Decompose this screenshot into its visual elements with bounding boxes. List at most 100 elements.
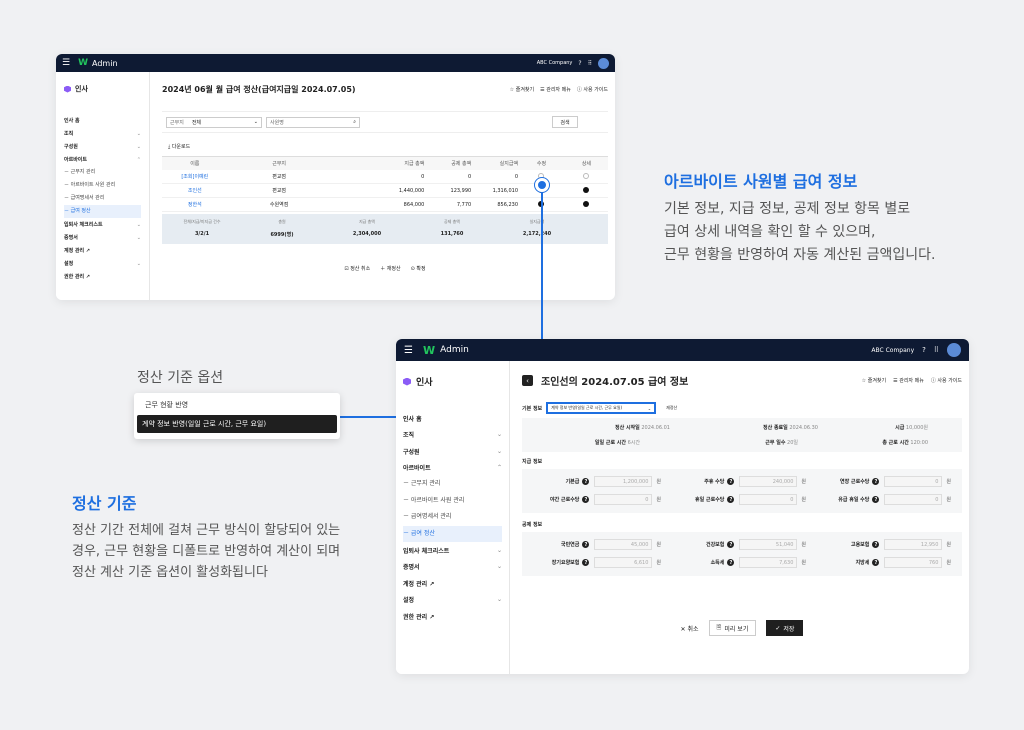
sidebar-item[interactable]: 입퇴사 체크리스트 ⌄ bbox=[403, 542, 502, 559]
sidebar-item[interactable]: 계정 관리 ↗ bbox=[64, 244, 141, 257]
amount-input[interactable]: 0 bbox=[884, 476, 943, 487]
sidebar-item[interactable]: 조직 ⌄ bbox=[403, 427, 502, 444]
table-cell[interactable]: 정한석 bbox=[162, 201, 228, 208]
help-icon[interactable]: ? bbox=[582, 496, 590, 503]
help-icon[interactable]: ? bbox=[872, 541, 880, 548]
confirm-button[interactable]: ⊙ 확정 bbox=[411, 265, 426, 272]
menu-icon[interactable]: ☰ bbox=[404, 345, 413, 356]
detail-icon[interactable] bbox=[565, 172, 608, 181]
detail-icon[interactable] bbox=[565, 200, 608, 209]
field-label: 연장 근로수당 bbox=[840, 479, 870, 485]
sidebar-subitem[interactable]: － 급여명세서 관리 bbox=[403, 509, 502, 526]
company-name[interactable]: ABC Company bbox=[537, 60, 573, 66]
help-icon[interactable]: ? bbox=[582, 478, 590, 485]
apps-icon[interactable]: ⠿ bbox=[934, 346, 939, 354]
sidebar-item[interactable]: 구성원 ⌄ bbox=[403, 443, 502, 460]
sidebar-item[interactable]: 권한 관리 ↗ bbox=[64, 270, 141, 283]
sidebar-item[interactable]: 증명서 ⌄ bbox=[403, 559, 502, 576]
option-contract-info[interactable]: 계약 정보 반영(일일 근로 시간, 근무 요일) bbox=[137, 415, 337, 433]
sidebar-item[interactable]: 입퇴사 체크리스트 ⌄ bbox=[64, 218, 141, 231]
help-icon[interactable]: ? bbox=[727, 541, 735, 548]
apps-icon[interactable]: ⠿ bbox=[588, 60, 592, 67]
sidebar-item[interactable]: 인사 홈 bbox=[64, 114, 141, 127]
company-name[interactable]: ABC Company bbox=[871, 347, 914, 354]
field-label: 휴일 근로수당 bbox=[695, 497, 725, 503]
help-icon[interactable]: ? bbox=[872, 496, 880, 503]
help-icon[interactable]: ? bbox=[727, 559, 735, 566]
amount-input[interactable]: 6,610 bbox=[594, 557, 653, 568]
amount-input[interactable]: 12,950 bbox=[884, 539, 943, 550]
page-title: 2024년 06월 월 급여 정산(급여지급일 2024.07.05) bbox=[162, 85, 356, 94]
favorite-link[interactable]: ☆ 즐겨찾기 bbox=[862, 377, 886, 384]
sidebar-subitem[interactable]: － 아르바이트 사원 관리 bbox=[64, 179, 141, 192]
amount-input[interactable]: 760 bbox=[884, 557, 943, 568]
avatar[interactable] bbox=[947, 343, 961, 357]
sidebar-subitem[interactable]: － 급여명세서 관리 bbox=[64, 192, 141, 205]
sidebar-item[interactable]: 설정 ⌄ bbox=[64, 257, 141, 270]
sidebar-item-label: 권한 관리 ↗ bbox=[403, 613, 435, 621]
help-icon[interactable]: ? bbox=[872, 559, 880, 566]
favorite-link[interactable]: ☆ 즐겨찾기 bbox=[510, 86, 534, 93]
amount-input[interactable]: 0 bbox=[739, 494, 798, 505]
amount-input[interactable]: 7,630 bbox=[739, 557, 798, 568]
admin-menu-link[interactable]: ☰ 관리자 메뉴 bbox=[893, 377, 924, 384]
help-icon[interactable]: ? bbox=[727, 478, 735, 485]
amount-input[interactable]: 240,000 bbox=[739, 476, 798, 487]
sidebar-item[interactable]: 조직 ⌄ bbox=[64, 127, 141, 140]
save-button[interactable]: ✓ 저장 bbox=[766, 620, 804, 636]
sidebar-item[interactable]: 구성원 ⌄ bbox=[64, 140, 141, 153]
sidebar-item[interactable]: 설정 ⌄ bbox=[403, 592, 502, 609]
guide-link[interactable]: ⓘ 사용 가이드 bbox=[577, 86, 608, 93]
amount-input[interactable]: 0 bbox=[594, 494, 653, 505]
table-header-cell: 상세 bbox=[581, 161, 592, 167]
avatar[interactable] bbox=[598, 57, 609, 69]
help-icon[interactable]: ? bbox=[582, 559, 590, 566]
search-button[interactable]: 검색 bbox=[552, 116, 578, 128]
help-icon[interactable]: ? bbox=[582, 541, 590, 548]
menu-icon[interactable]: ☰ bbox=[62, 58, 70, 68]
unit-label: 원 bbox=[946, 479, 951, 485]
sidebar-subitem[interactable]: － 급여 정산 bbox=[64, 205, 141, 218]
admin-menu-link[interactable]: ☰ 관리자 메뉴 bbox=[540, 86, 571, 93]
employee-search[interactable]: 사원명 ⌕ bbox=[266, 116, 360, 128]
option-work-status[interactable]: 근무 현황 반영 bbox=[137, 396, 337, 415]
help-icon[interactable]: ? bbox=[872, 478, 880, 485]
download-link[interactable]: ⤓ 다운로드 bbox=[168, 143, 608, 150]
sidebar-subitem[interactable]: － 근무지 관리 bbox=[403, 476, 502, 493]
back-button[interactable]: ‹ bbox=[522, 375, 533, 386]
help-icon[interactable]: ? bbox=[922, 346, 926, 354]
help-icon[interactable]: ? bbox=[578, 60, 581, 67]
sidebar-item[interactable]: 권한 관리 ↗ bbox=[403, 608, 502, 625]
amount-input[interactable]: 51,040 bbox=[739, 539, 798, 550]
settlement-basis-select[interactable]: 계약 정보 반영(일일 근로 시간, 근무 요일) ⌄ bbox=[546, 402, 657, 414]
amount-field: 소득세? 7,630 원 bbox=[667, 554, 812, 571]
workplace-select[interactable]: 근무지 전체 ⌄ bbox=[166, 116, 262, 128]
preview-button[interactable]: 🗎 미리 보기 bbox=[708, 620, 757, 636]
callout-line: 기본 정보, 지급 정보, 공제 정보 항목 별로 bbox=[664, 201, 911, 217]
help-icon[interactable]: ? bbox=[727, 496, 735, 503]
sidebar-subitem[interactable]: － 근무지 관리 bbox=[64, 166, 141, 179]
sidebar-item[interactable]: 계정 관리 ↗ bbox=[403, 575, 502, 592]
sidebar-subitem[interactable]: － 급여 정산 bbox=[403, 525, 502, 542]
recalculate-button[interactable]: 재정산 bbox=[666, 405, 677, 411]
sidebar-item[interactable]: 아르바이트 ⌃ bbox=[403, 460, 502, 477]
amount-input[interactable]: 0 bbox=[884, 494, 943, 505]
cancel-settlement-button[interactable]: ⊡ 정산 취소 bbox=[344, 265, 370, 272]
detail-icon[interactable] bbox=[565, 186, 608, 195]
detail-window: ☰ W Admin ABC Company ? ⠿ 인사 인사 홈 조직 ⌄ 구성원 ⌄… bbox=[396, 339, 969, 674]
sidebar-subitem[interactable]: － 아르바이트 사원 관리 bbox=[403, 493, 502, 510]
table-header-cell[interactable]: 이름 bbox=[162, 160, 228, 167]
sidebar-item[interactable]: 아르바이트 ⌃ bbox=[64, 153, 141, 166]
recalculate-button[interactable]: ＋ 재정산 bbox=[380, 265, 400, 272]
sidebar-item-label: 입퇴사 체크리스트 bbox=[64, 222, 103, 228]
sidebar-item[interactable]: 증명서 ⌄ bbox=[64, 231, 141, 244]
table-cell[interactable]: 조인선 bbox=[162, 187, 228, 194]
detail-content: ‹ 조인선의 2024.07.05 급여 정보 ☆ 즐겨찾기 ☰ 관리자 메뉴 … bbox=[522, 361, 962, 674]
guide-link[interactable]: ⓘ 사용 가이드 bbox=[931, 377, 962, 384]
table-cell[interactable]: [조회]이예린 bbox=[162, 173, 228, 180]
amount-input[interactable]: 1,200,000 bbox=[594, 476, 653, 487]
cancel-button[interactable]: ✕ 취소 bbox=[681, 624, 699, 633]
amount-field: 연장 근로수당? 0 원 bbox=[812, 473, 957, 490]
amount-input[interactable]: 45,000 bbox=[594, 539, 653, 550]
sidebar-item[interactable]: 인사 홈 bbox=[403, 410, 502, 427]
